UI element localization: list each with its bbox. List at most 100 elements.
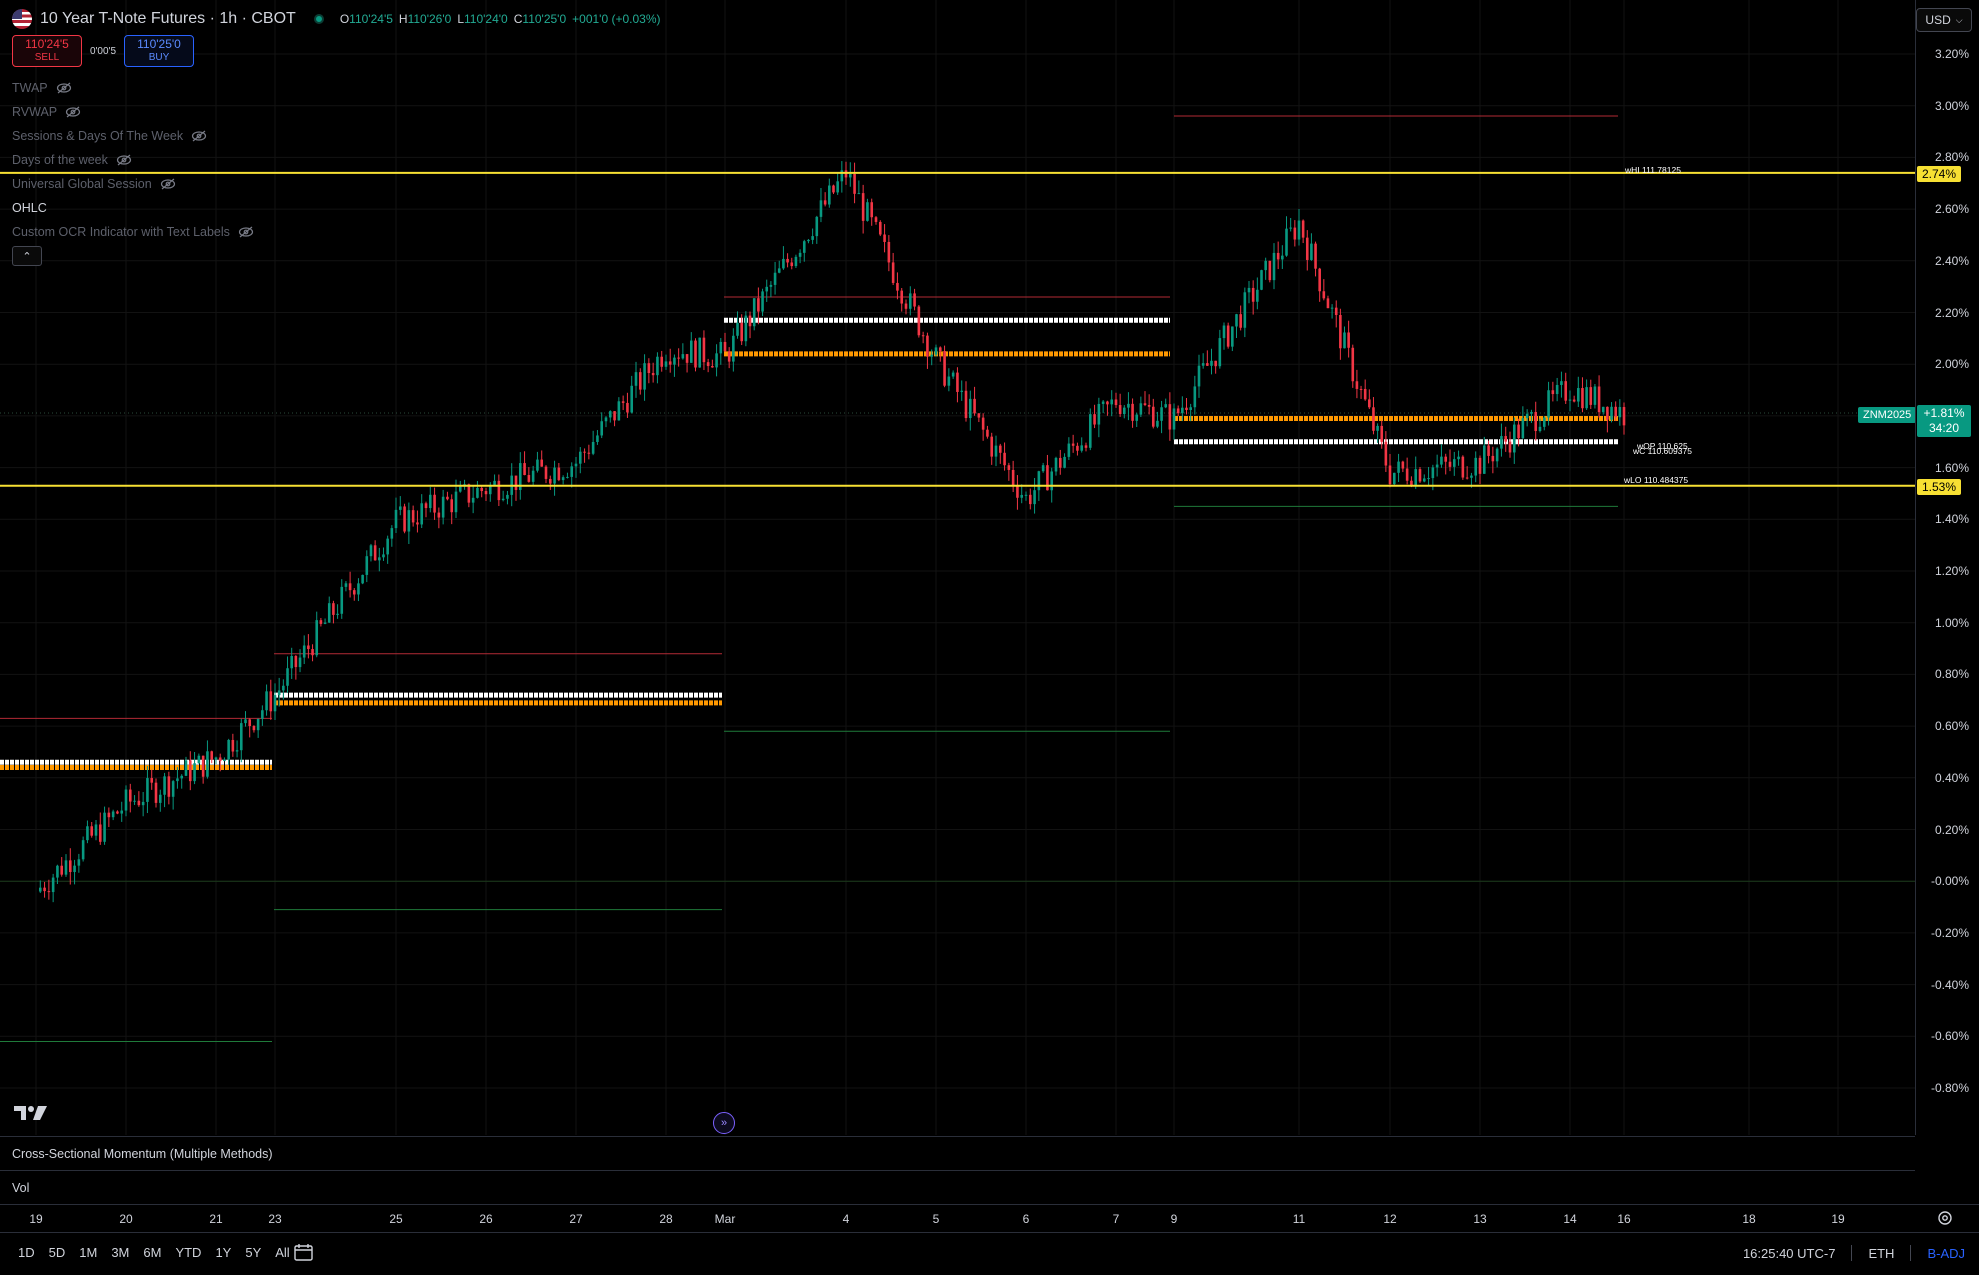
candle-body bbox=[188, 760, 192, 782]
price-tick-label: 1.40% bbox=[1934, 512, 1969, 527]
candle-body bbox=[1260, 270, 1263, 290]
candle bbox=[294, 655, 298, 680]
candle bbox=[133, 795, 136, 805]
range-6m-button[interactable]: 6M bbox=[139, 1245, 165, 1260]
candle-body bbox=[1007, 465, 1011, 470]
eye-hidden-icon[interactable] bbox=[65, 106, 81, 118]
indicator-custom-ocr[interactable]: Custom OCR Indicator with Text Labels bbox=[12, 220, 254, 244]
time-tick-label: 12 bbox=[1383, 1212, 1397, 1226]
candle bbox=[643, 354, 646, 401]
sell-button[interactable]: 110'24'5 SELL bbox=[12, 35, 82, 67]
candle bbox=[1301, 219, 1305, 244]
candle-body bbox=[307, 645, 310, 650]
candle-body bbox=[1110, 399, 1114, 405]
price-tick-label: 0.40% bbox=[1934, 770, 1969, 785]
candle-body bbox=[365, 556, 369, 575]
candlestick-series bbox=[38, 161, 1626, 903]
candle-body bbox=[1097, 403, 1101, 425]
session-toggle[interactable]: ETH bbox=[1868, 1246, 1894, 1261]
candle-body bbox=[223, 759, 226, 762]
candle-body bbox=[403, 506, 406, 532]
candle bbox=[146, 766, 149, 814]
eye-hidden-icon[interactable] bbox=[116, 154, 132, 166]
time-tick-label: 23 bbox=[268, 1212, 282, 1226]
main-chart-pane[interactable]: 10 Year T-Note Futures · 1h · CBOT O110'… bbox=[0, 0, 1917, 1135]
candle bbox=[158, 789, 162, 812]
candle bbox=[608, 410, 612, 423]
candle-body bbox=[1131, 403, 1134, 421]
eye-hidden-icon[interactable] bbox=[238, 226, 254, 238]
candle bbox=[836, 172, 839, 195]
eye-hidden-icon[interactable] bbox=[56, 82, 72, 94]
range-1d-button[interactable]: 1D bbox=[14, 1245, 39, 1260]
range-1m-button[interactable]: 1M bbox=[75, 1245, 101, 1260]
candle bbox=[1440, 444, 1443, 468]
candle-body bbox=[1470, 475, 1473, 478]
range-5y-button[interactable]: 5Y bbox=[241, 1245, 265, 1260]
candle-body bbox=[1326, 298, 1330, 309]
volume-pane[interactable]: Vol bbox=[0, 1170, 1915, 1204]
volume-pane-title[interactable]: Vol bbox=[12, 1181, 29, 1195]
candle bbox=[244, 711, 247, 727]
candle-body bbox=[1457, 456, 1460, 460]
indicator-twap[interactable]: TWAP bbox=[12, 76, 254, 100]
indicator-ohlc[interactable]: OHLC bbox=[12, 196, 254, 220]
range-1y-button[interactable]: 1Y bbox=[211, 1245, 235, 1260]
candle bbox=[1343, 326, 1346, 349]
candle-body bbox=[1444, 456, 1448, 462]
week-high-price-tag: 2.74% bbox=[1917, 166, 1962, 182]
candle-body bbox=[327, 603, 331, 623]
indicator-universal-global-session[interactable]: Universal Global Session bbox=[12, 172, 254, 196]
indicator-sessions-days[interactable]: Sessions & Days Of The Week bbox=[12, 124, 254, 148]
candle-body bbox=[501, 498, 505, 501]
collapse-legend-button[interactable]: ⌃ bbox=[12, 246, 42, 266]
candle bbox=[1491, 446, 1495, 474]
time-axis[interactable]: 19 20 21 23 25 26 27 28 Mar 4 5 6 7 9 11 12 13 14 16 18 19 bbox=[0, 1204, 1979, 1232]
eye-hidden-icon[interactable] bbox=[160, 178, 176, 190]
candle bbox=[715, 344, 718, 377]
candle-body bbox=[938, 347, 942, 352]
candle-body bbox=[1135, 414, 1139, 421]
candle-body bbox=[43, 887, 46, 892]
candle-body bbox=[1530, 412, 1533, 414]
candle-body bbox=[373, 545, 377, 561]
range-ytd-button[interactable]: YTD bbox=[171, 1245, 205, 1260]
settings-gear-icon[interactable] bbox=[1936, 1209, 1954, 1227]
candle bbox=[43, 881, 46, 898]
back-adjust-toggle[interactable]: B-ADJ bbox=[1927, 1246, 1965, 1261]
indicator-rvwap[interactable]: RVWAP bbox=[12, 100, 254, 124]
currency-selector[interactable]: USD ⌵ bbox=[1916, 8, 1972, 32]
candle-body bbox=[608, 411, 612, 418]
candle bbox=[656, 352, 659, 384]
candle bbox=[1197, 354, 1201, 398]
range-5d-button[interactable]: 5D bbox=[45, 1245, 70, 1260]
goto-realtime-button[interactable]: » bbox=[713, 1112, 735, 1134]
candle-body bbox=[685, 354, 689, 363]
candle bbox=[874, 215, 878, 225]
clock-timezone[interactable]: 16:25:40 UTC-7 bbox=[1743, 1246, 1836, 1261]
candle bbox=[1054, 456, 1058, 476]
candle bbox=[1606, 406, 1609, 433]
momentum-pane-title[interactable]: Cross-Sectional Momentum (Multiple Metho… bbox=[12, 1147, 273, 1161]
indicator-days-of-week[interactable]: Days of the week bbox=[12, 148, 254, 172]
range-all-button[interactable]: All bbox=[271, 1245, 293, 1260]
price-tick-label: 0.60% bbox=[1934, 719, 1969, 734]
buy-button[interactable]: 110'25'0 BUY bbox=[124, 35, 194, 67]
candle-body bbox=[1431, 467, 1435, 479]
candle-body bbox=[1033, 490, 1036, 505]
price-tick-label: 2.40% bbox=[1934, 253, 1969, 268]
candle-body bbox=[857, 193, 861, 195]
candle-body bbox=[1461, 456, 1465, 478]
tradingview-logo-icon[interactable] bbox=[14, 1104, 48, 1122]
range-3m-button[interactable]: 3M bbox=[107, 1245, 133, 1260]
calendar-goto-icon[interactable] bbox=[292, 1243, 316, 1263]
candle-body bbox=[1347, 332, 1350, 348]
time-tick-label: 11 bbox=[1292, 1212, 1306, 1226]
candle-body bbox=[887, 241, 891, 263]
candle-body bbox=[235, 750, 239, 752]
candle-body bbox=[591, 441, 595, 454]
momentum-indicator-pane[interactable]: Cross-Sectional Momentum (Multiple Metho… bbox=[0, 1136, 1915, 1170]
symbol-title[interactable]: 10 Year T-Note Futures · 1h · CBOT bbox=[40, 10, 296, 28]
eye-hidden-icon[interactable] bbox=[191, 130, 207, 142]
candle bbox=[1260, 269, 1263, 291]
